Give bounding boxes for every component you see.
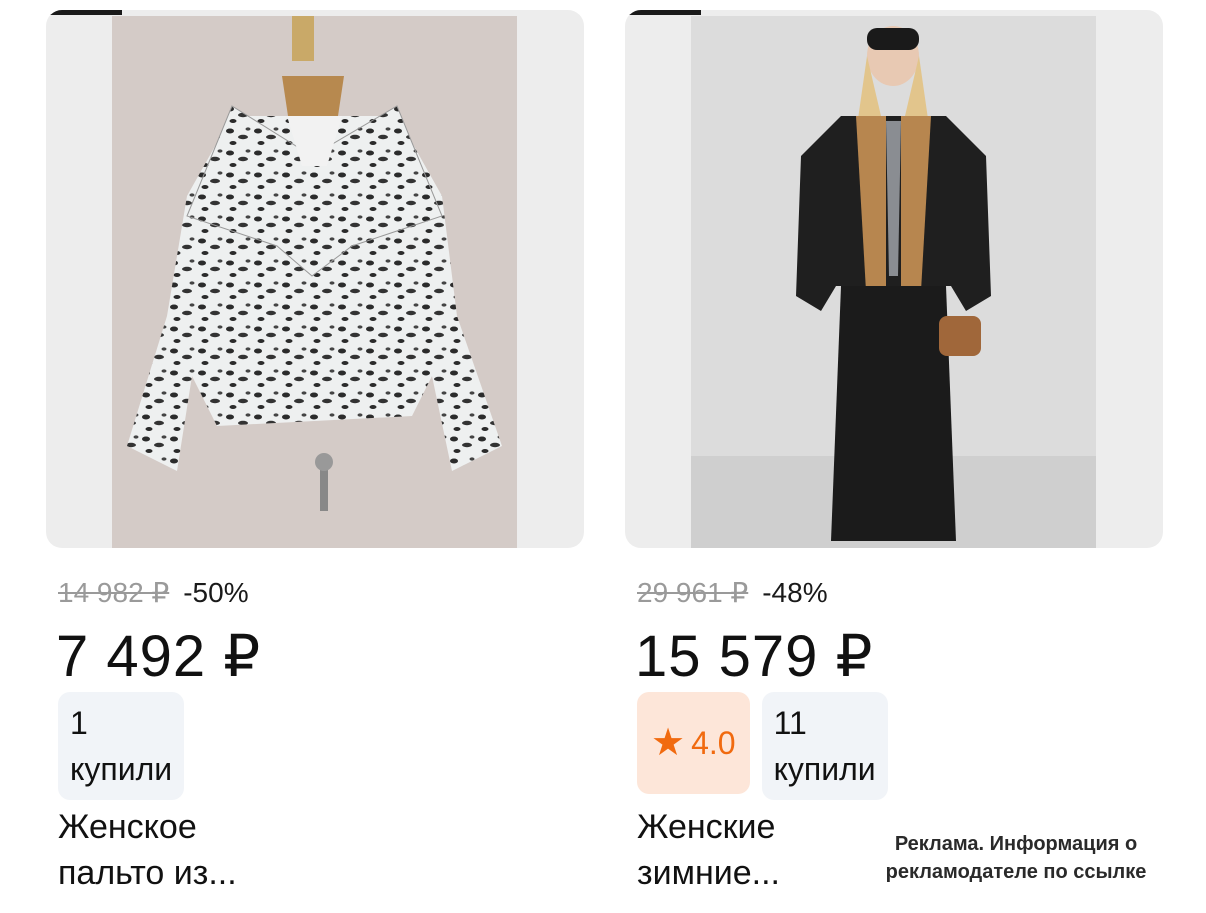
purchases-label: купили bbox=[70, 751, 173, 787]
rating-value: 4.0 bbox=[691, 725, 736, 761]
badges: 1 купили bbox=[58, 692, 185, 800]
image-carousel-indicator bbox=[46, 10, 122, 15]
purchases-label: купили bbox=[773, 751, 876, 787]
current-price: 7 492 ₽ bbox=[56, 624, 262, 689]
star-icon: ★ bbox=[651, 722, 686, 764]
ad-disclosure-line2: рекламодателе по ссылке bbox=[885, 861, 1147, 883]
product-title-line2: пальто из... bbox=[58, 854, 237, 892]
rating-badge: ★ 4.0 bbox=[637, 692, 750, 794]
current-price: 15 579 ₽ bbox=[635, 624, 874, 689]
old-price-row: 14 982 ₽ -50% bbox=[58, 576, 249, 609]
discount-percent: -48% bbox=[762, 577, 828, 608]
old-price: 29 961 ₽ bbox=[637, 577, 749, 608]
product-image-2[interactable] bbox=[625, 10, 1163, 548]
ad-disclosure-line1: Реклама. Информация о bbox=[894, 833, 1138, 855]
badges: ★ 4.0 11 купили bbox=[637, 692, 888, 800]
old-price: 14 982 ₽ bbox=[58, 577, 170, 608]
product-photo-model-jacket bbox=[691, 16, 1096, 548]
product-card-2[interactable]: 29 961 ₽ -48% 15 579 ₽ ★ 4.0 11 купили Ж… bbox=[625, 10, 1163, 910]
product-image-1[interactable] bbox=[46, 10, 584, 548]
old-price-row: 29 961 ₽ -48% bbox=[637, 576, 828, 609]
ad-disclosure[interactable]: Реклама. Информация о рекламодателе по с… bbox=[866, 830, 1166, 886]
purchases-count: 1 bbox=[70, 705, 88, 741]
discount-percent: -50% bbox=[183, 577, 249, 608]
purchases-count: 11 bbox=[773, 705, 807, 741]
purchases-badge: 1 купили bbox=[58, 692, 185, 800]
purchases-badge: 11 купили bbox=[761, 692, 888, 800]
image-carousel-indicator bbox=[625, 10, 701, 15]
product-title[interactable]: Женское пальто из... bbox=[58, 804, 358, 896]
product-card-1[interactable]: 14 982 ₽ -50% 7 492 ₽ 1 купили Женское п… bbox=[46, 10, 584, 910]
product-title-line1: Женское bbox=[58, 808, 197, 846]
product-photo-fur-coat bbox=[112, 16, 517, 548]
